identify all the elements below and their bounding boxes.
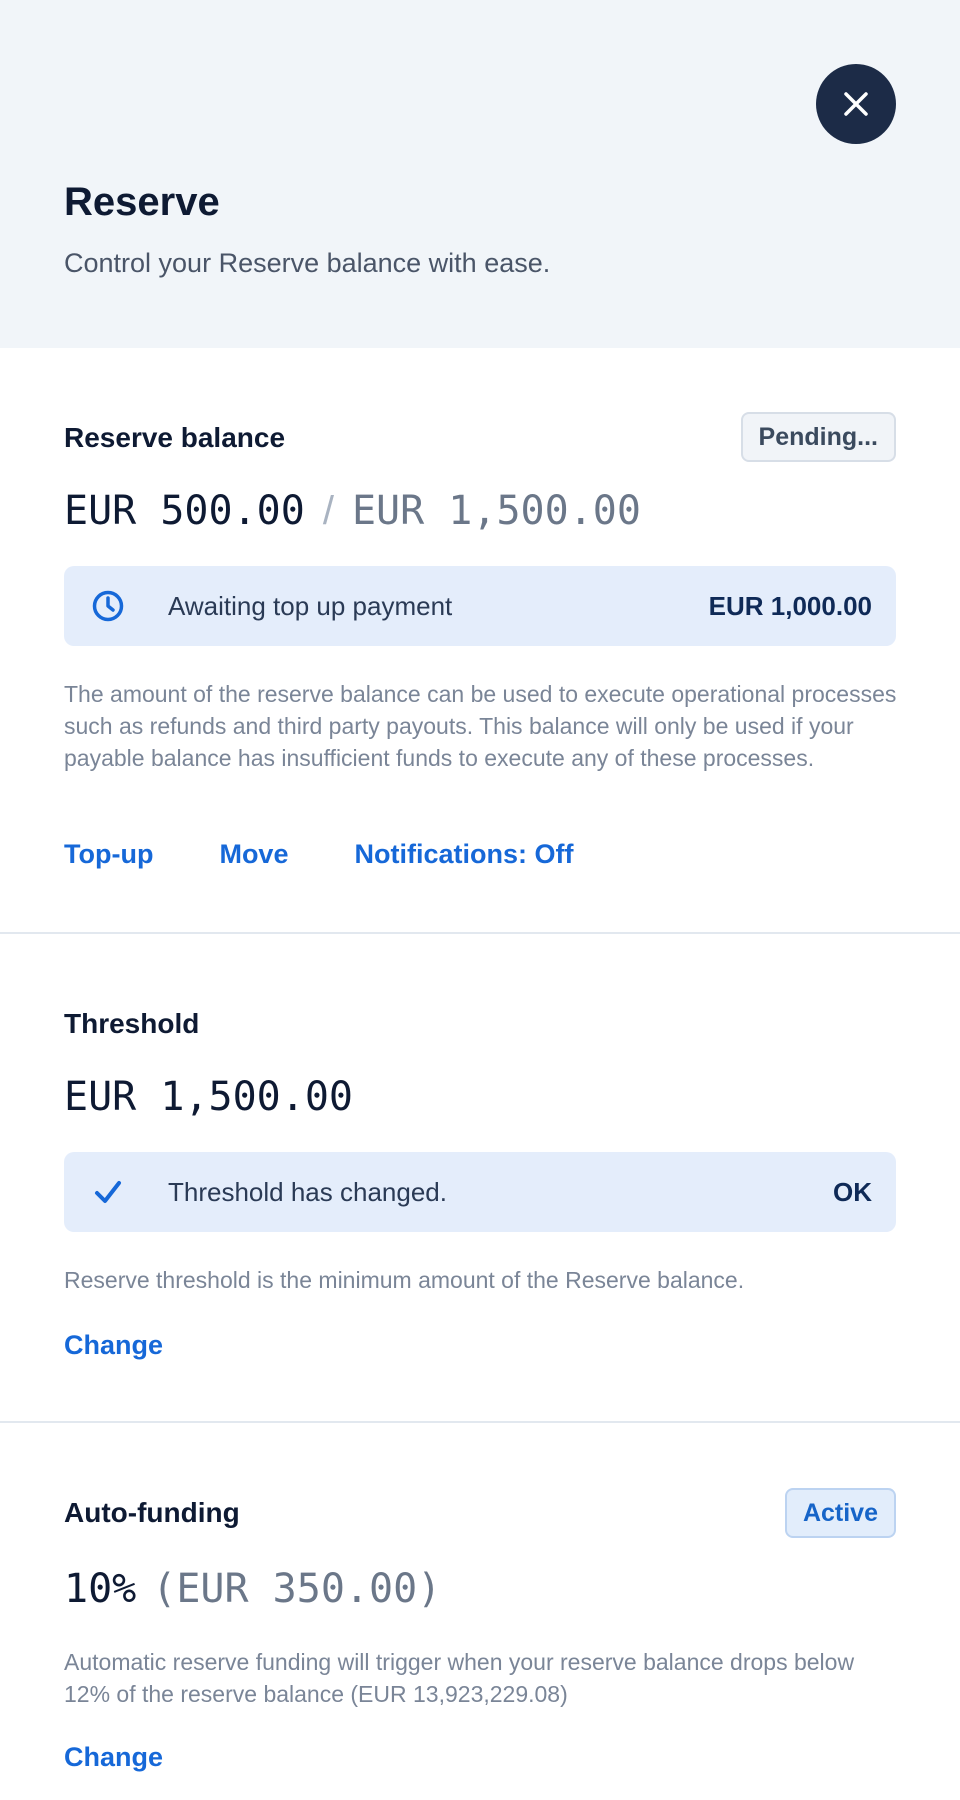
reserve-target-amount: EUR 1,500.00 (351, 488, 641, 534)
close-icon (844, 92, 868, 116)
divider (0, 932, 960, 934)
divider (0, 1421, 960, 1423)
change-threshold-link[interactable]: Change (64, 1330, 163, 1361)
reserve-balance-title: Reserve balance (64, 422, 286, 453)
auto-funding-description: Automatic reserve funding will trigger w… (64, 1649, 855, 1707)
topup-link[interactable]: Top-up (64, 839, 153, 870)
change-auto-funding-link[interactable]: Change (64, 1742, 163, 1773)
threshold-title: Threshold (64, 1008, 200, 1039)
notifications-toggle-link[interactable]: Notifications: Off (354, 839, 573, 870)
close-button[interactable] (816, 64, 896, 144)
callout-text: Awaiting top up payment (168, 590, 453, 621)
auto-funding-percent: 10% (64, 1566, 137, 1612)
auto-funding-amounts: 10% (EUR 350.00) (64, 1566, 441, 1612)
panel-header: Reserve Control your Reserve balance wit… (0, 0, 960, 348)
threshold-actions: Change (64, 1330, 229, 1361)
callout-text: Threshold has changed. (168, 1176, 447, 1207)
threshold-callout: Threshold has changed. OK (64, 1152, 896, 1232)
auto-funding-amount: (EUR 350.00) (152, 1566, 442, 1612)
clock-icon (88, 586, 128, 626)
status-badge-active: Active (784, 1488, 896, 1538)
status-badge-pending: Pending... (740, 412, 896, 462)
reserve-balance-amounts: EUR 500.00 / EUR 1,500.00 (64, 488, 641, 534)
threshold-amount: EUR 1,500.00 (64, 1074, 353, 1120)
reserve-current-amount: EUR 500.00 (64, 488, 305, 534)
reserve-actions: Top-up Move Notifications: Off (64, 839, 639, 870)
callout-amount: EUR 1,000.00 (708, 590, 872, 621)
ok-button[interactable]: OK (833, 1177, 872, 1208)
reserve-balance-description: The amount of the reserve balance can be… (64, 681, 897, 771)
auto-funding-actions: Change (64, 1742, 229, 1773)
auto-funding-title: Auto-funding (64, 1497, 240, 1528)
page-title: Reserve (64, 180, 220, 224)
checkmark-icon (88, 1172, 128, 1212)
threshold-description: Reserve threshold is the minimum amount … (64, 1267, 745, 1293)
topup-callout: Awaiting top up payment EUR 1,000.00 (64, 566, 896, 646)
move-link[interactable]: Move (219, 839, 288, 870)
amount-separator: / (322, 489, 334, 533)
page-subtitle: Control your Reserve balance with ease. (64, 248, 551, 278)
threshold-amount-row: EUR 1,500.00 (64, 1074, 353, 1120)
